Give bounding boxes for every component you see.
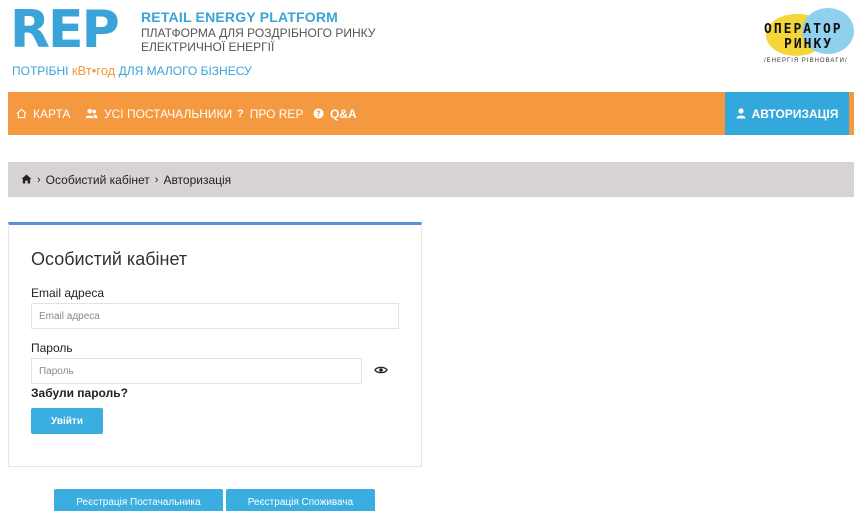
login-button[interactable]: Увійти	[31, 408, 103, 434]
tagline-unit: кВт•год	[71, 63, 116, 78]
forgot-password-link[interactable]: Забули пароль?	[31, 386, 128, 400]
svg-text:?: ?	[316, 109, 321, 118]
operator-logo-line3: /ЕНЕРГІЯ РІВНОВАГИ/	[764, 58, 848, 64]
page-title: Особистий кабінет	[31, 249, 188, 269]
rep-logo[interactable]: REP	[10, 4, 120, 56]
chevron-right-icon: ›	[37, 173, 41, 186]
question-circle-icon: ?	[313, 108, 324, 119]
brand-title: RETAIL ENERGY PLATFORM	[141, 9, 339, 25]
register-consumer-button[interactable]: Реєстрація Споживача	[226, 489, 375, 511]
question-icon: ?	[237, 107, 244, 120]
authorization-button[interactable]: АВТОРИЗАЦІЯ	[725, 92, 849, 135]
home-outline-icon	[16, 108, 27, 119]
nav-item-label: УСІ ПОСТАЧАЛЬНИКИ	[104, 106, 233, 121]
operator-logo-line2: РИНКУ	[784, 37, 834, 52]
nav-item-qa[interactable]: ? Q&A	[313, 92, 357, 135]
nav-item-about-rep[interactable]: ? ПРО REP	[237, 92, 303, 135]
email-input[interactable]	[31, 303, 399, 329]
nav-item-all-suppliers[interactable]: УСІ ПОСТАЧАЛЬНИКИ	[85, 92, 232, 135]
breadcrumb: › Особистий кабінет › Авторизація	[8, 162, 854, 197]
site-header: REP RETAIL ENERGY PLATFORM ПЛАТФОРМА ДЛЯ…	[0, 0, 854, 92]
tagline-post: ДЛЯ МАЛОГО БІЗНЕСУ	[115, 64, 252, 78]
operator-logo-line1: ОПЕРАТОР	[764, 22, 843, 37]
nav-item-label: Q&A	[330, 106, 357, 121]
brand-subtitle-line1: ПЛАТФОРМА ДЛЯ РОЗДРІБНОГО РИНКУ	[141, 26, 376, 40]
user-icon	[736, 108, 746, 119]
breadcrumb-personal-cabinet[interactable]: Особистий кабінет	[46, 173, 150, 187]
chevron-right-icon: ›	[154, 173, 159, 186]
password-input[interactable]	[31, 358, 362, 384]
nav-item-label: КАРТА	[33, 106, 71, 121]
email-label: Email адреса	[31, 286, 105, 300]
register-supplier-button[interactable]: Реєстрація Постачальника	[54, 489, 223, 511]
show-password-eye-icon[interactable]	[374, 363, 388, 375]
password-label: Пароль	[31, 341, 73, 355]
nav-item-label: ПРО REP	[249, 106, 304, 121]
login-card: Особистий кабінет Email адреса Пароль За…	[8, 222, 422, 467]
home-icon[interactable]	[21, 173, 32, 187]
tagline-pre: ПОТРІБНІ	[12, 64, 72, 78]
nav-item-map[interactable]: КАРТА	[16, 92, 70, 135]
authorization-label: АВТОРИЗАЦІЯ	[751, 106, 839, 121]
brand-subtitle-line2: ЕЛЕКТРИЧНОЇ ЕНЕРГІЇ	[141, 40, 275, 54]
market-operator-logo[interactable]: ОПЕРАТОР РИНКУ /ЕНЕРГІЯ РІВНОВАГИ/	[756, 6, 854, 68]
users-icon	[85, 108, 98, 119]
tagline: ПОТРІБНІ кВт•год ДЛЯ МАЛОГО БІЗНЕСУ	[12, 63, 252, 78]
breadcrumb-authorization: Авторизація	[163, 172, 232, 187]
